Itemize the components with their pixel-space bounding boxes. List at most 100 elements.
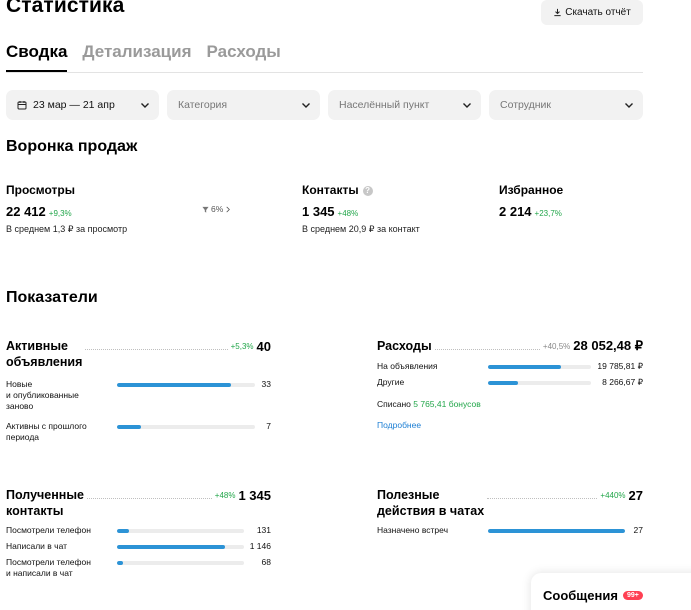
views-value: 22 412: [6, 204, 46, 219]
expenses-name: Расходы: [377, 339, 432, 353]
metric-row: Новые и опубликованные заново 33: [6, 379, 271, 421]
contacts-received-value: 1 345: [238, 488, 271, 503]
contacts-label: Контакты: [302, 183, 359, 197]
contacts-received-name: Полученные контакты: [6, 487, 84, 519]
useful-actions-delta: +440%: [600, 491, 626, 500]
tab-bar: Сводка Детализация Расходы: [6, 42, 281, 72]
category-filter[interactable]: Категория: [167, 90, 320, 120]
views-delta: +9,3%: [48, 209, 72, 218]
download-icon: [554, 8, 561, 17]
more-details-link[interactable]: Подробнее: [377, 420, 643, 430]
contacts-value: 1 345: [302, 204, 335, 219]
metric-row-label: Новые и опубликованные заново: [6, 379, 79, 412]
views-subtext: В среднем 1,3 ₽ за просмотр: [6, 224, 128, 234]
bonus-written-off-prefix: Списано: [377, 399, 411, 409]
active-ads-card: Активные объявления +5,3% 40 Новые и опу…: [6, 338, 271, 445]
funnel-title: Воронка продаж: [6, 138, 138, 155]
views-label: Просмотры: [6, 183, 76, 197]
progress-bar: [117, 425, 255, 429]
metric-row-label: Посмотрели телефон и написали в чат: [6, 557, 91, 579]
expenses-value: 28 052,48 ₽: [573, 338, 643, 353]
progress-bar-fill: [117, 529, 130, 533]
funnel-views: Просмотры 22 412 +9,3% В среднем 1,3 ₽ за…: [6, 183, 127, 235]
metric-row-label-line: Посмотрели телефон: [6, 557, 91, 567]
download-report-label: Скачать отчёт: [565, 7, 631, 18]
info-icon[interactable]: ?: [362, 186, 373, 196]
active-ads-name-line1: Активные: [6, 339, 68, 353]
download-report-button[interactable]: Скачать отчёт: [541, 0, 643, 25]
chevron-right-icon: [226, 206, 231, 212]
metric-row: Назначено встреч 27: [377, 525, 643, 541]
date-range-filter[interactable]: 23 мар — 21 апр: [6, 90, 159, 120]
chevron-down-icon: [625, 103, 633, 108]
expenses-card: Расходы +40,5% 28 052,48 ₽ На объявления…: [377, 338, 643, 430]
active-ads-value: 40: [256, 339, 271, 354]
employee-filter[interactable]: Сотрудник: [489, 90, 643, 120]
dotted-leader: [86, 498, 212, 499]
chevron-down-icon: [302, 103, 310, 108]
metric-row-label: Активны с прошлого периода: [6, 421, 87, 443]
progress-bar: [117, 529, 244, 533]
useful-actions-header: Полезные действия в чатах +440% 27: [377, 487, 643, 519]
metric-row-value: 8 266,67 ₽: [602, 377, 643, 387]
contacts-delta: +48%: [337, 209, 359, 218]
contacts-received-card: Полученные контакты +48% 1 345 Посмотрел…: [6, 487, 271, 581]
dotted-leader: [85, 349, 228, 350]
useful-actions-name-line2: действия в чатах: [377, 504, 485, 518]
favorites-label: Избранное: [499, 183, 564, 197]
metric-row-label: Написали в чат: [6, 541, 68, 551]
contacts-received-name-line2: контакты: [6, 504, 64, 518]
metric-row: Посмотрели телефон 131: [6, 525, 271, 541]
active-ads-delta: +5,3%: [230, 342, 254, 351]
useful-actions-card: Полезные действия в чатах +440% 27 Назна…: [377, 487, 643, 541]
page-title: Статистика: [6, 0, 125, 17]
contacts-received-header: Полученные контакты +48% 1 345: [6, 487, 271, 519]
metric-row: Активны с прошлого периода 7: [6, 421, 271, 445]
favorites-value-row: 2 214 +23,7%: [499, 203, 563, 221]
progress-bar: [488, 365, 591, 369]
chevron-down-icon: [463, 103, 471, 108]
metric-row-value: 68: [261, 557, 271, 567]
contacts-subtext: В среднем 20,9 ₽ за контакт: [302, 224, 420, 234]
favorites-delta: +23,7%: [534, 209, 562, 218]
metric-row-label: Другие: [377, 377, 405, 387]
bonus-written-off-value: 5 765,41 бонусов: [413, 399, 481, 409]
metric-row-value: 1 146: [249, 541, 271, 551]
metric-row-value: 33: [261, 379, 271, 389]
expenses-header: Расходы +40,5% 28 052,48 ₽: [377, 338, 643, 354]
contacts-received-delta: +48%: [214, 491, 236, 500]
calendar-icon: [17, 101, 27, 110]
active-ads-name-line2: объявления: [6, 355, 83, 369]
progress-bar-fill: [117, 383, 231, 387]
tab-summary[interactable]: Сводка: [6, 42, 68, 72]
contacts-value-row: 1 345 +48%: [302, 203, 420, 221]
messages-widget[interactable]: Сообщения 99+: [531, 573, 691, 610]
active-ads-header: Активные объявления +5,3% 40: [6, 338, 271, 370]
useful-actions-value: 27: [628, 488, 643, 503]
conversion-indicator[interactable]: 6%: [202, 204, 231, 214]
progress-bar-fill: [117, 561, 124, 565]
progress-bar: [117, 545, 244, 549]
funnel-favorites: Избранное 2 214 +23,7%: [499, 183, 563, 221]
expenses-delta: +40,5%: [542, 342, 571, 351]
metric-row-label-line: заново: [6, 401, 34, 411]
metric-row-value: 7: [266, 421, 271, 431]
funnel-icon: [202, 206, 209, 213]
progress-bar: [117, 561, 244, 565]
metric-row-label: Посмотрели телефон: [6, 525, 91, 535]
metric-row-label-line: Новые: [6, 379, 33, 389]
city-filter[interactable]: Населённый пункт: [328, 90, 481, 120]
city-filter-label: Населённый пункт: [339, 99, 430, 111]
messages-label: Сообщения: [543, 588, 618, 603]
tab-expenses[interactable]: Расходы: [207, 42, 281, 72]
progress-bar: [117, 383, 255, 387]
metric-row: Написали в чат 1 146: [6, 541, 271, 557]
active-ads-name: Активные объявления: [6, 338, 82, 370]
views-value-row: 22 412 +9,3%: [6, 203, 127, 221]
metric-row-label-line: и написали в чат: [6, 568, 73, 578]
useful-actions-name-line1: Полезные: [377, 488, 440, 502]
progress-bar-fill: [488, 381, 519, 385]
metric-row: Другие 8 266,67 ₽: [377, 377, 643, 393]
tab-details[interactable]: Детализация: [82, 42, 191, 72]
metric-row-label-line: Активны с прошлого: [6, 421, 87, 431]
